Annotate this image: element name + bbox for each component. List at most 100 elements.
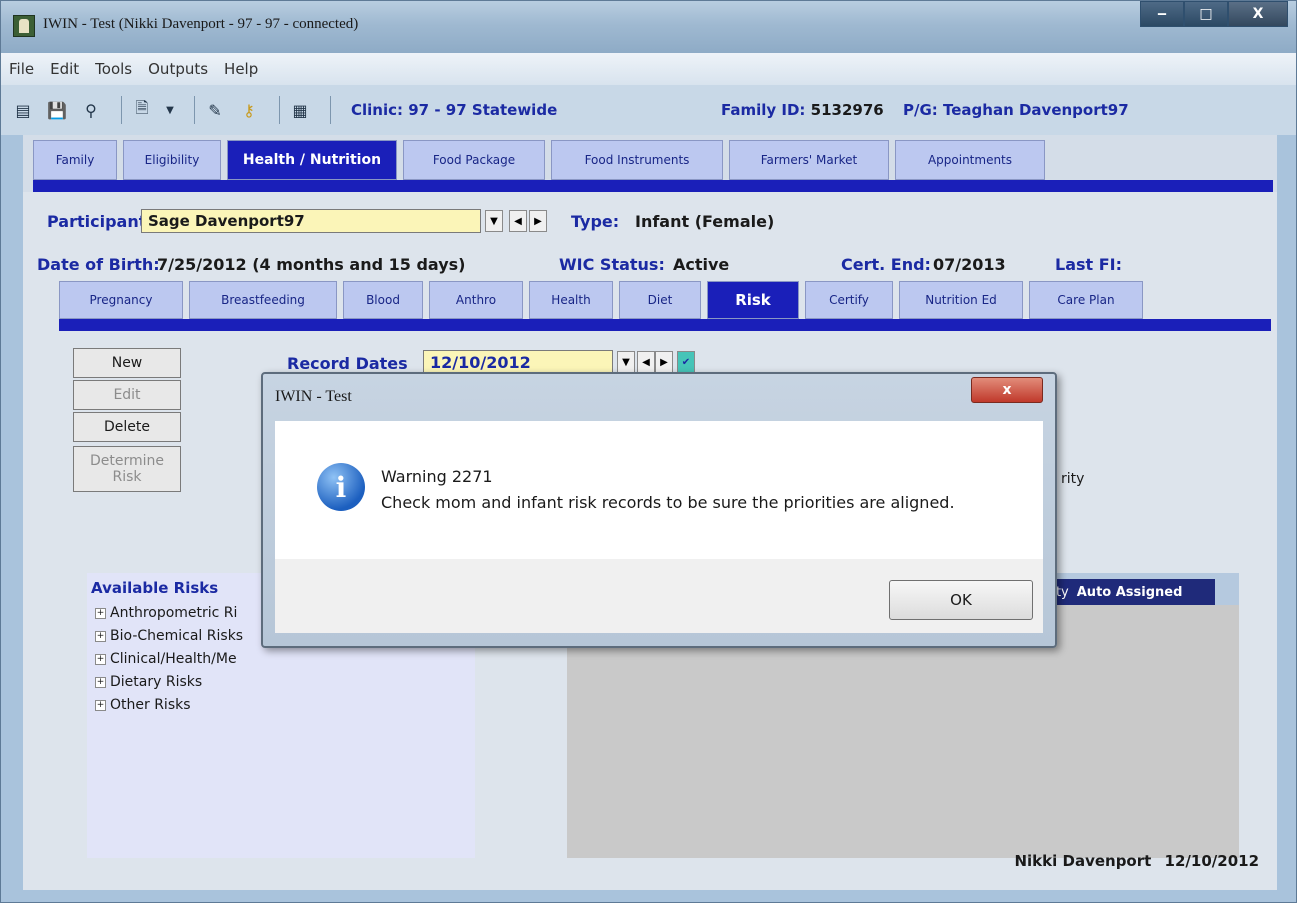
tab-nutrition-ed[interactable]: Nutrition Ed [899, 281, 1023, 319]
sub-tab-underline [59, 319, 1271, 331]
close-button[interactable]: X [1228, 1, 1288, 27]
tab-diet[interactable]: Diet [619, 281, 701, 319]
tab-food-package[interactable]: Food Package [403, 140, 545, 180]
dob-value: 7/25/2012 (4 months and 15 days) [157, 255, 466, 274]
previous-participant-icon[interactable]: ◀ [509, 210, 527, 232]
tab-eligibility[interactable]: Eligibility [123, 140, 221, 180]
new-button[interactable]: New [73, 348, 181, 378]
tab-certify[interactable]: Certify [805, 281, 893, 319]
previous-date-icon[interactable]: ◀ [637, 351, 655, 373]
tree-item-clinical[interactable]: + Clinical/Health/Me [95, 651, 237, 667]
info-icon: i [317, 463, 365, 511]
clinic-label: Clinic: [351, 101, 404, 119]
footer-user-name: Nikki Davenport [1014, 852, 1152, 870]
participants-label: Participants [47, 212, 156, 231]
tab-food-instruments[interactable]: Food Instruments [551, 140, 723, 180]
next-date-icon[interactable]: ▶ [655, 351, 673, 373]
clinic-value: 97 - 97 Statewide [408, 101, 558, 119]
tab-risk[interactable]: Risk [707, 281, 799, 319]
record-date-dropdown-icon[interactable]: ▼ [617, 351, 635, 373]
cert-end-value: 07/2013 [933, 255, 1006, 274]
tab-breastfeeding[interactable]: Breastfeeding [189, 281, 337, 319]
minimize-button[interactable]: ‒ [1140, 1, 1184, 27]
dialog-message: Check mom and infant risk records to be … [381, 493, 955, 512]
menu-outputs[interactable]: Outputs [148, 60, 208, 78]
tree-item-label: Bio-Chemical Risks [110, 628, 244, 644]
participant-select[interactable]: Sage Davenport97 [141, 209, 481, 233]
auto-assigned-column: Auto Assigned [1076, 584, 1183, 600]
tab-care-plan[interactable]: Care Plan [1029, 281, 1143, 319]
tree-item-label: Dietary Risks [110, 674, 203, 690]
menu-tools[interactable]: Tools [95, 60, 132, 78]
tree-item-dietary[interactable]: + Dietary Risks [95, 674, 202, 690]
clinic-info: Clinic: 97 - 97 Statewide [351, 101, 557, 119]
window-controls: ‒ □ X [1140, 1, 1288, 27]
tree-item-bio-chemical[interactable]: + Bio-Chemical Risks [95, 628, 243, 644]
participant-dropdown-icon[interactable]: ▼ [485, 210, 503, 232]
tree-item-other[interactable]: + Other Risks [95, 697, 191, 713]
available-risks-title: Available Risks [91, 579, 219, 597]
tree-item-label: Other Risks [110, 697, 191, 713]
dialog-body: i Warning 2271 Check mom and infant risk… [275, 421, 1043, 559]
calendar-icon[interactable]: ▦ [288, 99, 312, 121]
tab-health-nutrition[interactable]: Health / Nutrition [227, 140, 397, 180]
toolbar-divider [330, 96, 331, 124]
next-participant-icon[interactable]: ▶ [529, 210, 547, 232]
dialog-warning-code: Warning 2271 [381, 467, 493, 486]
tab-health[interactable]: Health [529, 281, 613, 319]
dialog-title: IWIN - Test [275, 388, 352, 405]
tree-item-anthropometric[interactable]: + Anthropometric Ri [95, 605, 237, 621]
edit-date-icon[interactable]: ✔ [677, 351, 695, 373]
expand-icon[interactable]: + [95, 607, 106, 619]
assigned-columns-highlight[interactable]: rity Auto Assigned [1041, 579, 1215, 605]
cert-end-label: Cert. End: [841, 255, 931, 274]
tab-farmers-market[interactable]: Farmers' Market [729, 140, 889, 180]
menu-help[interactable]: Help [224, 60, 258, 78]
dialog-close-button[interactable]: x [971, 377, 1043, 403]
family-value: 5132976 [810, 101, 884, 119]
toolbar-divider [121, 96, 122, 124]
tab-pregnancy[interactable]: Pregnancy [59, 281, 183, 319]
determine-risk-button[interactable]: Determine Risk [73, 446, 181, 492]
dob-label: Date of Birth: [37, 255, 160, 274]
save-icon[interactable]: 💾 [45, 99, 69, 121]
pg-label: P/G: [902, 101, 938, 119]
type-label: Type: [571, 212, 620, 231]
document-icon[interactable]: 🗎 [130, 98, 154, 121]
expand-icon[interactable]: + [95, 653, 106, 665]
menu-file[interactable]: File [9, 60, 34, 78]
footer-date: 12/10/2012 [1164, 852, 1259, 870]
window-title: IWIN - Test (Nikki Davenport - 97 - 97 -… [43, 16, 359, 32]
edit-button[interactable]: Edit [73, 380, 181, 410]
main-tab-underline [33, 180, 1273, 192]
tree-item-label: Anthropometric Ri [110, 605, 238, 621]
warning-dialog: IWIN - Test x i Warning 2271 Check mom a… [261, 372, 1057, 648]
expand-icon[interactable]: + [95, 699, 106, 711]
app-window: IWIN - Test (Nikki Davenport - 97 - 97 -… [0, 0, 1297, 903]
key-icon[interactable]: ⚷ [237, 99, 261, 121]
ok-button[interactable]: OK [889, 580, 1033, 620]
expand-icon[interactable]: + [95, 676, 106, 688]
main-tab-bar: Family Eligibility Health / Nutrition Fo… [33, 140, 1051, 180]
menu-edit[interactable]: Edit [50, 60, 79, 78]
chevron-down-icon[interactable]: ▼ [164, 99, 176, 121]
wic-value: Active [673, 255, 730, 274]
tab-family[interactable]: Family [33, 140, 117, 180]
tab-anthro[interactable]: Anthro [429, 281, 523, 319]
search-icon[interactable]: ⚲ [79, 99, 103, 121]
family-info: Family ID: 5132976 P/G: Teaghan Davenpor… [721, 101, 1129, 119]
record-date-select[interactable]: 12/10/2012 [423, 350, 613, 374]
tab-appointments[interactable]: Appointments [895, 140, 1045, 180]
toolbar: ▤ 💾 ⚲ 🗎 ▼ ✎ ⚷ ▦ Clinic: 97 - 97 Statewid… [1, 85, 1296, 135]
last-fi-label: Last FI: [1055, 255, 1123, 274]
expand-icon[interactable]: + [95, 630, 106, 642]
title-bar[interactable]: IWIN - Test (Nikki Davenport - 97 - 97 -… [1, 1, 1296, 53]
delete-button[interactable]: Delete [73, 412, 181, 442]
window-icon[interactable]: ▤ [11, 99, 35, 121]
notes-icon[interactable]: ✎ [203, 99, 227, 121]
tab-blood[interactable]: Blood [343, 281, 423, 319]
toolbar-divider [194, 96, 195, 124]
tree-item-label: Clinical/Health/Me [110, 651, 237, 667]
maximize-button[interactable]: □ [1184, 1, 1228, 27]
menu-bar: File Edit Tools Outputs Help [1, 53, 1296, 85]
